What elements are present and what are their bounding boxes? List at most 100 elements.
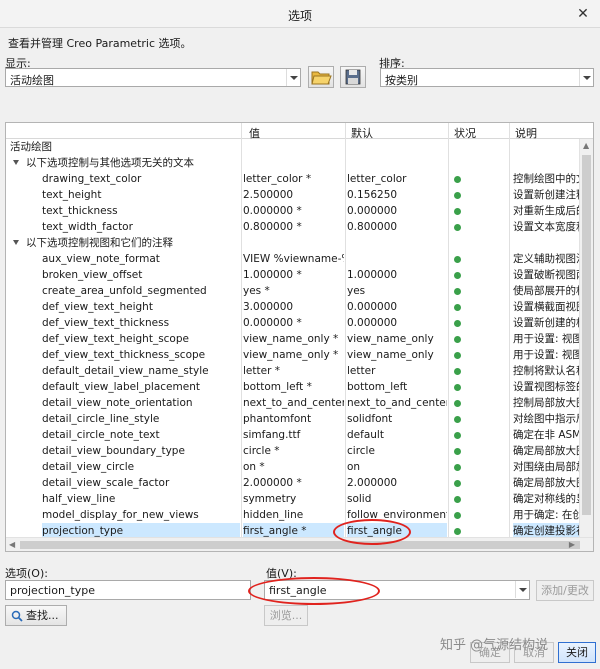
table-row[interactable]: detail_circle_note_text simfang.ttf defaul…	[6, 427, 580, 443]
status-ok-icon	[454, 368, 461, 375]
option-description: 对绘图中指示局	[513, 413, 580, 425]
option-name: detail_view_scale_factor	[42, 477, 170, 489]
table-row[interactable]: detail_view_boundary_type circle * circle 确…	[6, 443, 580, 459]
scroll-right-icon[interactable]: ▶	[569, 540, 575, 549]
option-value: 3.000000	[243, 301, 294, 313]
status-ok-icon	[454, 496, 461, 503]
option-value: 0.000000 *	[243, 205, 302, 217]
option-description: 对围绕由局部放	[513, 461, 580, 473]
status-ok-icon	[454, 304, 461, 311]
open-folder-button[interactable]	[308, 66, 334, 88]
sort-dropdown-value: 按类别	[385, 74, 418, 87]
table-row[interactable]: default_view_label_placement bottom_left …	[6, 379, 580, 395]
vertical-scrollbar[interactable]: ▲	[579, 139, 593, 537]
expand-toggle-icon[interactable]	[13, 160, 19, 165]
option-name: text_thickness	[42, 205, 118, 217]
find-button[interactable]: 查找...	[5, 605, 67, 626]
option-default: default	[347, 429, 384, 441]
status-ok-icon	[454, 464, 461, 471]
table-group-row[interactable]: 以下选项控制与其他选项无关的文本	[6, 155, 580, 171]
option-default: next_to_and_centered	[347, 397, 447, 409]
table-row[interactable]: def_view_text_height_scope view_name_only…	[6, 331, 580, 347]
show-dropdown-value: 活动绘图	[10, 74, 54, 87]
table-row[interactable]: text_width_factor 0.800000 * 0.800000 设置文本宽…	[6, 219, 580, 235]
option-input[interactable]: projection_type	[5, 580, 251, 600]
table-row[interactable]: detail_circle_line_style phantomfont solid…	[6, 411, 580, 427]
save-icon	[345, 69, 361, 85]
table-row[interactable]: text_thickness 0.000000 * 0.000000 对重新生成后的	[6, 203, 580, 219]
option-name: def_view_text_thickness_scope	[42, 349, 206, 361]
option-default: solid	[347, 493, 372, 505]
status-ok-icon	[454, 352, 461, 359]
sort-dropdown[interactable]: 按类别	[380, 68, 594, 87]
show-dropdown[interactable]: 活动绘图	[5, 68, 301, 87]
status-ok-icon	[454, 432, 461, 439]
option-value: VIEW %viewname-%v	[243, 253, 344, 265]
table-row[interactable]: half_view_line symmetry solid 确定对称线的显	[6, 491, 580, 507]
browse-button[interactable]: 浏览...	[264, 605, 308, 626]
table-row[interactable]: default_detail_view_name_style letter * le…	[6, 363, 580, 379]
option-description: 设置视图标签的	[513, 381, 580, 393]
table-row[interactable]: model_display_for_new_views hidden_line fo…	[6, 507, 580, 523]
save-button[interactable]	[340, 66, 366, 88]
scroll-up-icon[interactable]: ▲	[583, 141, 589, 150]
option-default: 0.156250	[347, 189, 398, 201]
scroll-left-icon[interactable]: ◀	[9, 540, 15, 549]
expand-toggle-icon[interactable]	[13, 240, 19, 245]
table-row[interactable]: detail_view_circle on * on 对围绕由局部放	[6, 459, 580, 475]
option-name: detail_view_boundary_type	[42, 445, 185, 457]
table-row[interactable]: def_view_text_height 3.000000 0.000000 设置横截…	[6, 299, 580, 315]
option-value: yes *	[243, 285, 270, 297]
table-row[interactable]: text_height 2.500000 0.156250 设置新创建注释	[6, 187, 580, 203]
status-ok-icon	[454, 336, 461, 343]
horizontal-scrollbar[interactable]: ◀ ▶	[6, 537, 593, 551]
option-value: letter *	[243, 365, 280, 377]
option-description: 设置破断视图两	[513, 269, 580, 281]
scroll-thumb[interactable]	[20, 541, 580, 549]
table-row[interactable]: aux_view_note_format VIEW %viewname-%v 定义辅…	[6, 251, 580, 267]
table-row[interactable]: def_view_text_thickness_scope view_name_o…	[6, 347, 580, 363]
add-change-button[interactable]: 添加/更改	[536, 580, 594, 601]
option-description: 用于设置: 视图文	[513, 349, 580, 361]
option-description: 控制将默认名称	[513, 365, 580, 377]
option-default: 0.800000	[347, 221, 398, 233]
scroll-thumb[interactable]	[582, 155, 591, 515]
status-ok-icon	[454, 320, 461, 327]
option-name: default_view_label_placement	[42, 381, 200, 393]
option-default: 2.000000	[347, 477, 398, 489]
status-ok-icon	[454, 288, 461, 295]
option-description: 对重新生成后的	[513, 205, 580, 217]
table-row[interactable]: def_view_text_thickness 0.000000 * 0.00000…	[6, 315, 580, 331]
watermark: 知乎 @气源结构说	[440, 638, 549, 653]
option-name: text_height	[42, 189, 102, 201]
option-default: view_name_only	[347, 349, 434, 361]
option-description: 确定对称线的显	[513, 493, 580, 505]
annotation-circle-value	[248, 577, 380, 605]
option-name: create_area_unfold_segmented	[42, 285, 207, 297]
table-row[interactable]: create_area_unfold_segmented yes * yes 使局部展…	[6, 283, 580, 299]
option-value: hidden_line	[243, 509, 304, 521]
option-description: 定义辅助视图注	[513, 253, 580, 265]
table-row[interactable]: detail_view_note_orientation next_to_and_…	[6, 395, 580, 411]
table-group-row[interactable]: 活动绘图	[6, 139, 580, 155]
table-row[interactable]: drawing_text_color letter_color * letter_c…	[6, 171, 580, 187]
chevron-down-icon	[579, 69, 593, 86]
table-group-row[interactable]: 以下选项控制视图和它们的注释	[6, 235, 580, 251]
table-row[interactable]: detail_view_scale_factor 2.000000 * 2.0000…	[6, 475, 580, 491]
dialog-description: 查看并管理 Creo Parametric 选项。	[8, 37, 192, 50]
option-default: 0.000000	[347, 317, 398, 329]
option-value: next_to_and_centered	[243, 397, 344, 409]
options-table[interactable]: 值 默认 状况 说明 活动绘图 以下选项控制与其他选项无关的文本 drawing_t…	[5, 122, 594, 552]
option-name: def_view_text_height_scope	[42, 333, 189, 345]
option-name: detail_circle_line_style	[42, 413, 160, 425]
option-name: drawing_text_color	[42, 173, 142, 185]
close-button[interactable]: 关闭	[558, 642, 596, 663]
table-row[interactable]: broken_view_offset 1.000000 * 1.000000 设置破断…	[6, 267, 580, 283]
option-default: on	[347, 461, 361, 473]
option-description: 设置横截面视图	[513, 301, 580, 313]
option-name: def_view_text_height	[42, 301, 153, 313]
option-name: detail_circle_note_text	[42, 429, 160, 441]
option-value: 1.000000 *	[243, 269, 302, 281]
close-icon[interactable]: ✕	[574, 5, 592, 23]
option-description: 设置文本宽度和	[513, 221, 580, 233]
